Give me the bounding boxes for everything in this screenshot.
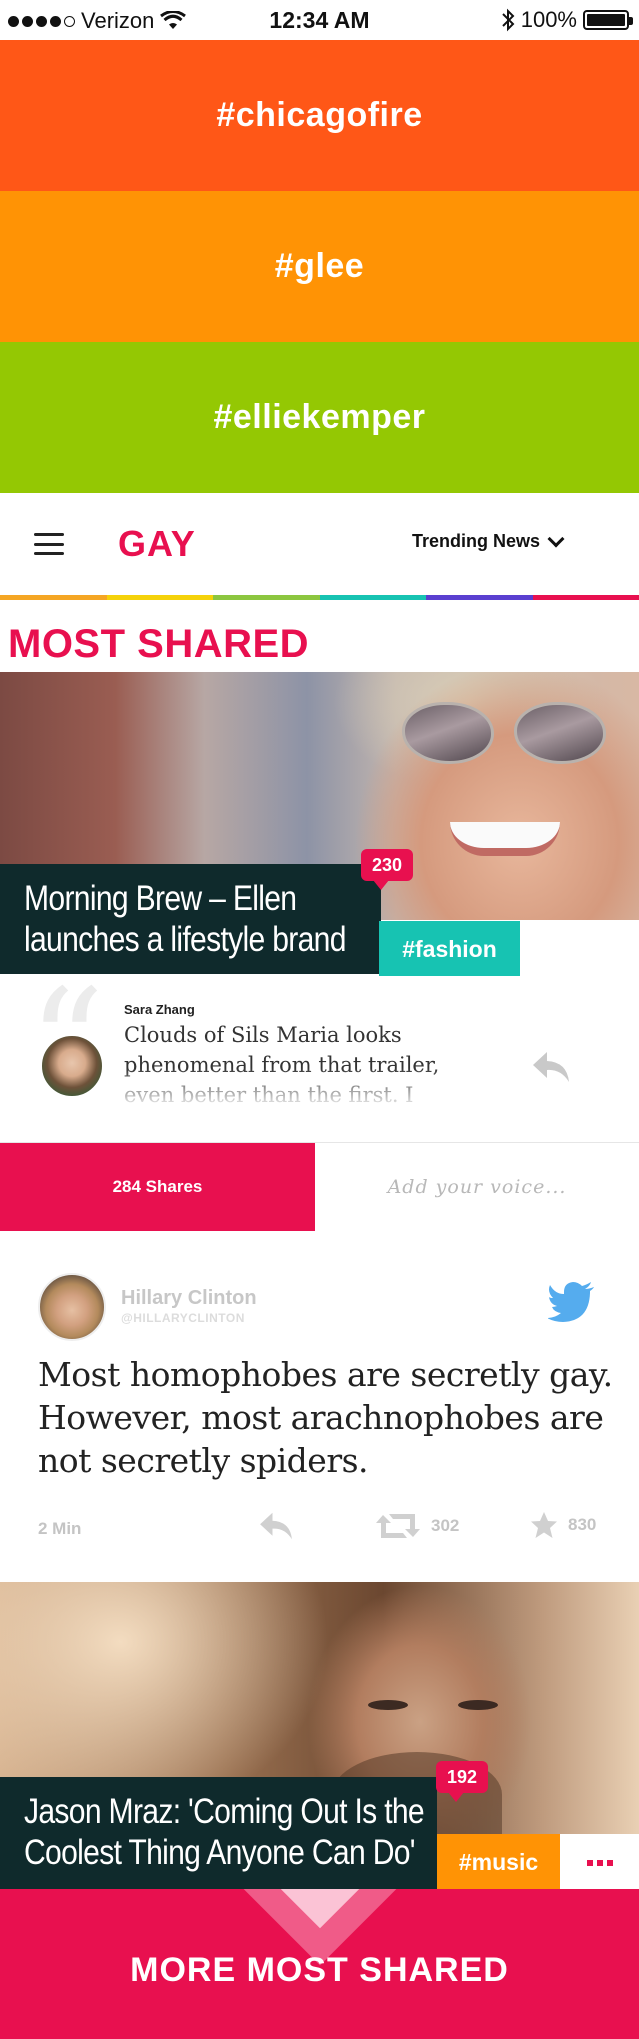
rainbow-segment <box>213 595 320 600</box>
hashtag-label: #glee <box>274 247 365 285</box>
headline-line: Jason Mraz: 'Coming Out Is the <box>24 1792 425 1831</box>
more-button-label: MORE MOST SHARED <box>130 1950 509 1989</box>
favorite-count: 830 <box>568 1515 597 1534</box>
twitter-icon[interactable] <box>548 1281 596 1323</box>
shares-button[interactable]: 284 Shares <box>0 1143 315 1231</box>
tweet-text: Most homophobes are secretly gay. Howeve… <box>38 1355 613 1480</box>
article-headline[interactable]: Jason Mraz: 'Coming Out Is the Coolest T… <box>0 1777 437 1889</box>
hashtag-band-elliekemper[interactable]: #elliekemper <box>0 342 639 493</box>
tweet-author-handle[interactable]: @HILLARYCLINTON <box>121 1311 245 1325</box>
tag-fashion[interactable]: #fashion <box>379 921 520 978</box>
retweet-count: 302 <box>431 1516 460 1535</box>
reply-icon[interactable] <box>531 1050 571 1084</box>
trending-news-dropdown[interactable]: Trending News <box>412 530 565 552</box>
nav-header: GAY Trending News <box>0 493 639 595</box>
face-graphic <box>348 1700 548 1712</box>
tweet-reply-button[interactable] <box>258 1511 294 1541</box>
more-most-shared-button[interactable]: MORE MOST SHARED <box>0 1889 639 2039</box>
battery-icon <box>583 10 633 30</box>
status-bar: Verizon 12:34 AM 100% <box>0 0 639 40</box>
retweet-icon <box>376 1514 420 1538</box>
comment-card: “ Sara Zhang Clouds of Sils Maria looks … <box>0 970 639 1142</box>
battery-percent: 100% <box>520 7 577 32</box>
sunglasses-graphic <box>402 694 612 766</box>
tweet-author-name[interactable]: Hillary Clinton <box>121 1287 257 1310</box>
hashtag-label: #elliekemper <box>213 398 426 436</box>
headline-line: launches a lifestyle brand <box>24 920 346 959</box>
hashtag-label: #chicagofire <box>216 96 423 134</box>
chevron-down-icon <box>547 530 565 547</box>
star-icon <box>531 1512 557 1538</box>
tweet-time: 2 Min <box>38 1519 82 1538</box>
menu-icon[interactable] <box>34 533 64 555</box>
battery-level <box>587 14 625 26</box>
tweet-card: Hillary Clinton @HILLARYCLINTON Most hom… <box>0 1231 639 1582</box>
avatar[interactable] <box>40 1034 104 1098</box>
favorite-button[interactable]: 830 <box>530 1511 596 1539</box>
dropdown-label: Trending News <box>412 531 541 551</box>
comment-author[interactable]: Sara Zhang <box>124 1002 195 1017</box>
avatar[interactable] <box>38 1273 106 1341</box>
add-voice-input[interactable] <box>315 1143 639 1231</box>
shares-row: 284 Shares <box>0 1142 639 1231</box>
share-count-badge: 192 <box>436 1761 489 1802</box>
headline-line: Morning Brew – Ellen <box>24 879 297 918</box>
hashtag-band-glee[interactable]: #glee <box>0 191 639 342</box>
status-right: 100% <box>501 7 633 33</box>
hashtag-band-chicagofire[interactable]: #chicagofire <box>0 40 639 191</box>
rainbow-divider <box>0 595 639 600</box>
section-title: MOST SHARED <box>8 622 310 666</box>
comment-text: Clouds of Sils Maria looks phenomenal fr… <box>124 1023 440 1107</box>
reply-icon <box>260 1512 292 1540</box>
headline-line: Coolest Thing Anyone Can Do' <box>24 1833 416 1872</box>
more-options-icon[interactable] <box>560 1834 639 1891</box>
smile-graphic <box>450 822 560 856</box>
tag-music[interactable]: #music <box>437 1834 560 1891</box>
bluetooth-icon <box>502 8 515 32</box>
rainbow-segment <box>426 595 533 600</box>
retweet-button[interactable]: 302 <box>375 1511 459 1541</box>
share-count-badge: 230 <box>361 849 414 890</box>
rainbow-segment <box>106 595 213 600</box>
rainbow-segment <box>532 595 639 600</box>
rainbow-segment <box>0 595 107 600</box>
site-logo[interactable]: GAY <box>118 523 196 565</box>
rainbow-segment <box>319 595 426 600</box>
